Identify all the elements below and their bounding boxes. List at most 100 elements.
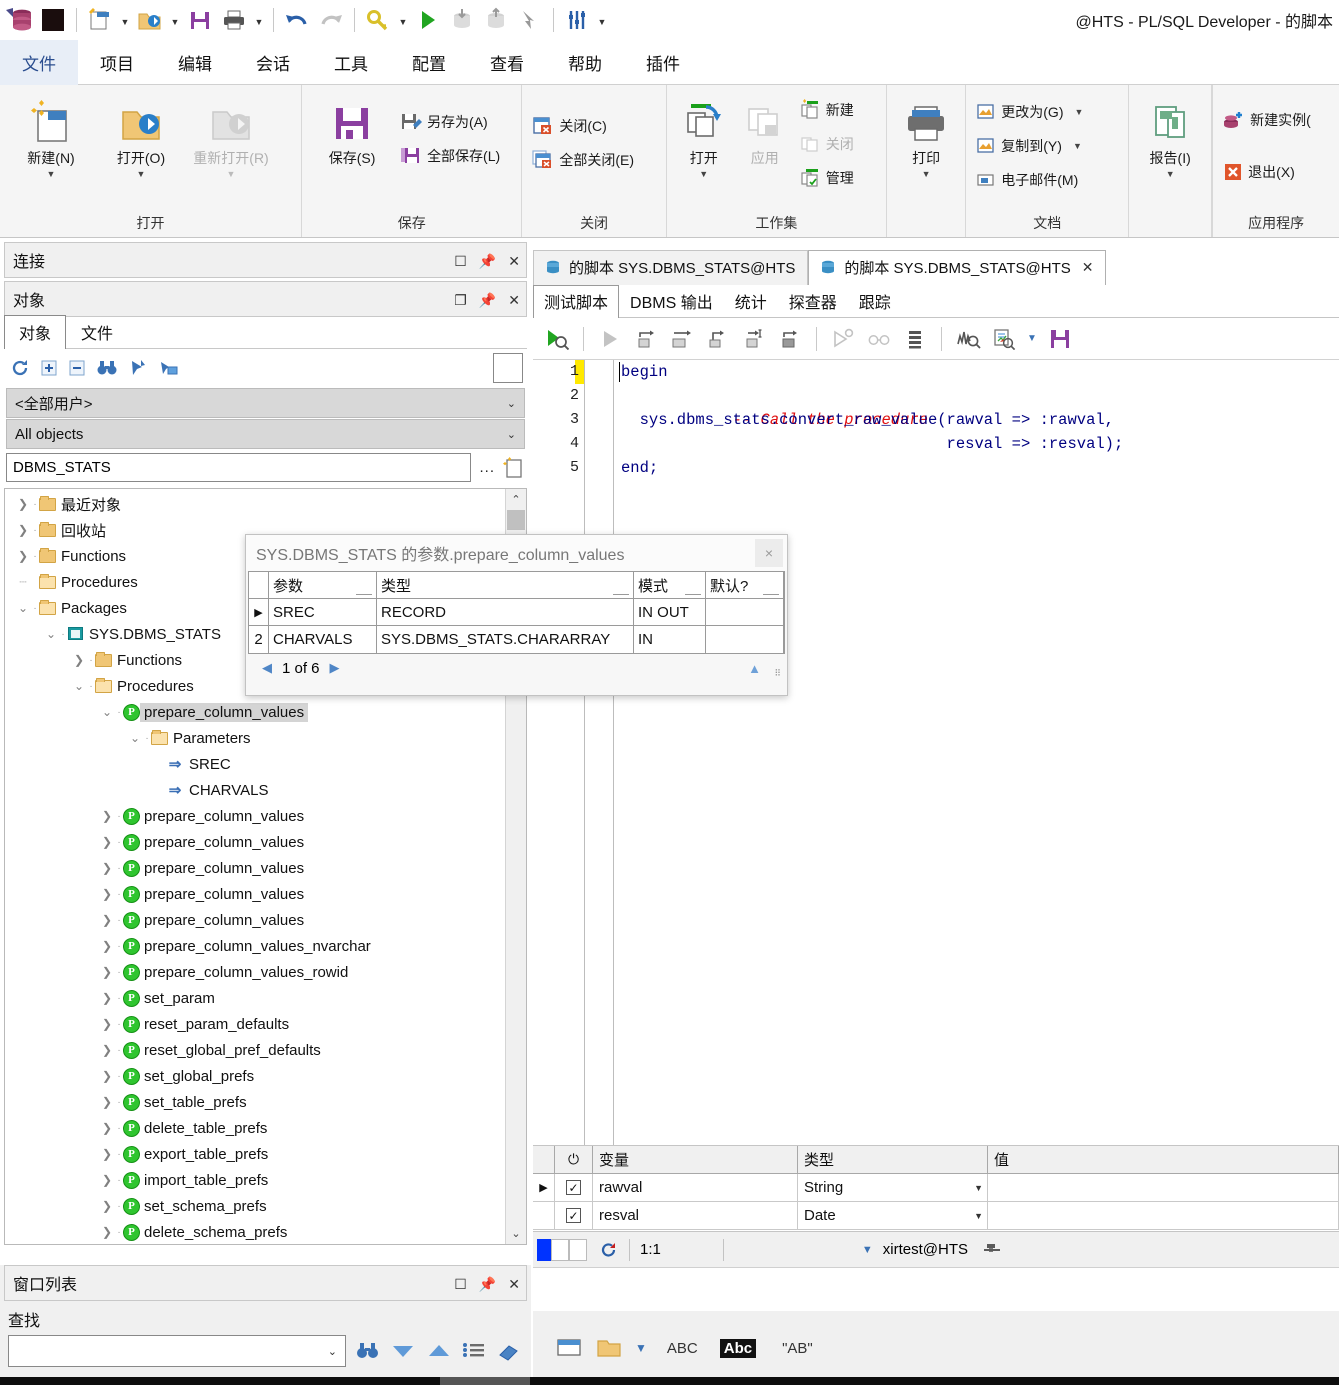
param-default-cell[interactable]	[706, 626, 784, 653]
tab-trace[interactable]: 跟踪	[848, 285, 902, 318]
chevron-down-icon[interactable]: ▼	[47, 169, 56, 179]
abc-icon[interactable]: ABC	[667, 1340, 698, 1357]
ribbon-change-to-button[interactable]: 更改为(G) ▼	[972, 97, 1087, 127]
open-dropdown-icon[interactable]: ▼	[167, 1, 183, 39]
code-editor[interactable]: 1 2 3 4 5 begin -- Call the procedure sy…	[533, 360, 1339, 1146]
new-filter-icon[interactable]	[503, 456, 525, 480]
nav-prev-icon[interactable]: ◀	[262, 660, 272, 676]
doc-tab-1[interactable]: 的脚本 SYS.DBMS_STATS@HTS	[533, 250, 809, 285]
ribbon-workset-close-button[interactable]: 关闭	[795, 129, 858, 159]
close-icon[interactable]: ✕	[1082, 259, 1094, 276]
window-icon[interactable]	[555, 1336, 583, 1360]
tree-node-proc-1[interactable]: ❯ · P prepare_column_values	[5, 803, 504, 829]
chevron-right-icon[interactable]: ❯	[99, 809, 115, 823]
step-out-icon[interactable]	[702, 323, 734, 355]
dropdown-icon[interactable]: ▼	[635, 1341, 647, 1355]
chevron-down-icon[interactable]: ▼	[1073, 141, 1082, 151]
scrollbar-thumb[interactable]	[507, 510, 525, 530]
breakpoint-gutter[interactable]	[586, 360, 614, 1145]
chevron-right-icon[interactable]: ❯	[99, 887, 115, 901]
ribbon-save-all-button[interactable]: 全部保存(L)	[396, 141, 504, 171]
menu-tab-view[interactable]: 查看	[468, 40, 546, 85]
close-icon[interactable]: ✕	[508, 293, 520, 307]
chevron-right-icon[interactable]: ❯	[99, 1173, 115, 1187]
new-icon[interactable]	[83, 1, 117, 39]
refresh-icon[interactable]	[10, 358, 30, 378]
chevron-right-icon[interactable]: ❯	[99, 913, 115, 927]
tab-dbms-output[interactable]: DBMS 输出	[619, 285, 724, 318]
chevron-right-icon[interactable]: ❯	[99, 835, 115, 849]
menu-tab-project[interactable]: 项目	[78, 40, 156, 85]
table-row[interactable]: 2 CHARVALS SYS.DBMS_STATS.CHARARRAY IN	[249, 626, 784, 653]
pin-icon[interactable]: 📌	[479, 254, 496, 268]
scroll-up-icon[interactable]: ⌃	[506, 489, 526, 510]
user-filter-select[interactable]: <全部用户> ⌄	[6, 388, 525, 418]
tab-test-script[interactable]: 测试脚本	[533, 285, 620, 318]
chevron-right-icon[interactable]: ❯	[99, 991, 115, 1005]
chevron-down-icon[interactable]: ⌄	[127, 731, 143, 745]
chevron-down-icon[interactable]: ▼	[1074, 107, 1083, 117]
find-input[interactable]: ⌄	[8, 1335, 346, 1367]
black-square-icon[interactable]	[36, 1, 70, 39]
tree-node-reset-param-defaults[interactable]: ❯ · P reset_param_defaults	[5, 1011, 504, 1037]
close-icon[interactable]: ×	[755, 539, 783, 567]
chevron-down-icon[interactable]: ⌄	[15, 601, 31, 615]
ribbon-reopen-button[interactable]: 重新打开(R) ▼	[186, 91, 276, 179]
chevron-right-icon[interactable]: ❯	[99, 1095, 115, 1109]
ribbon-save-button[interactable]: 保存(S)	[308, 91, 396, 166]
ribbon-copy-to-button[interactable]: 复制到(Y) ▼	[972, 131, 1087, 161]
open-icon[interactable]	[133, 1, 167, 39]
chevron-right-icon[interactable]: ❯	[99, 1043, 115, 1057]
redo-icon[interactable]	[314, 1, 348, 39]
filter-icon[interactable]	[128, 358, 148, 378]
chevron-right-icon[interactable]: ❯	[99, 1017, 115, 1031]
tree-node-set-global-prefs[interactable]: ❯ · P set_global_prefs	[5, 1063, 504, 1089]
beautifier-dropdown-icon[interactable]: ▼	[1024, 323, 1040, 355]
chevron-down-icon[interactable]: ▼	[1166, 169, 1175, 179]
tree-node-set-table-prefs[interactable]: ❯ · P set_table_prefs	[5, 1089, 504, 1115]
find-binoculars-icon[interactable]	[96, 359, 118, 377]
step-into-icon[interactable]	[666, 323, 698, 355]
rollback-icon[interactable]	[479, 1, 513, 39]
chevron-down-icon[interactable]: ▼	[974, 1211, 983, 1221]
menu-tab-file[interactable]: 文件	[0, 40, 78, 85]
variable-type-cell[interactable]: String ▼	[798, 1174, 988, 1201]
chevron-right-icon[interactable]: ❯	[99, 1121, 115, 1135]
tree-node-set-param[interactable]: ❯ · P set_param	[5, 985, 504, 1011]
quoted-ab-icon[interactable]: "AB"	[782, 1340, 813, 1357]
chevron-right-icon[interactable]: ❯	[99, 939, 115, 953]
explain-plan-icon[interactable]	[952, 323, 984, 355]
param-mode-cell[interactable]: IN OUT	[634, 599, 706, 625]
variable-name-cell[interactable]: rawval	[593, 1174, 798, 1201]
nav-next-icon[interactable]: ▶	[330, 660, 340, 676]
doc-tab-2[interactable]: 的脚本 SYS.DBMS_STATS@HTS ✕	[808, 250, 1107, 285]
chevron-right-icon[interactable]: ❯	[15, 523, 31, 537]
find-next-down-icon[interactable]	[390, 1341, 416, 1361]
chevron-down-icon[interactable]: ▼	[922, 169, 931, 179]
table-row[interactable]: ✓ resval Date ▼	[533, 1202, 1339, 1230]
tree-node-import-table-prefs[interactable]: ❯ · P import_table_prefs	[5, 1167, 504, 1193]
tree-node-parameters[interactable]: ⌄ · Parameters	[5, 725, 504, 751]
folder-icon[interactable]	[595, 1336, 623, 1360]
menu-tab-config[interactable]: 配置	[390, 40, 468, 85]
tab-profiler[interactable]: 探查器	[778, 285, 848, 318]
tab-statistics[interactable]: 统计	[724, 285, 778, 318]
find-list-icon[interactable]	[462, 1341, 486, 1361]
save-icon[interactable]	[1044, 323, 1076, 355]
chevron-right-icon[interactable]: ❯	[99, 1199, 115, 1213]
variable-value-cell[interactable]	[988, 1202, 1339, 1229]
scroll-down-icon[interactable]: ⌄	[506, 1223, 526, 1244]
param-type-cell[interactable]: RECORD	[377, 599, 634, 625]
chevron-down-icon[interactable]: ⌄	[328, 1345, 337, 1358]
key-icon[interactable]	[361, 1, 395, 39]
find-binoculars-icon[interactable]	[356, 1341, 380, 1361]
variable-name-cell[interactable]: resval	[593, 1202, 798, 1229]
param-mode-cell[interactable]: IN	[634, 626, 706, 653]
chevron-right-icon[interactable]: ❯	[15, 549, 31, 563]
breakpoint-config-icon[interactable]	[827, 323, 859, 355]
chevron-right-icon[interactable]: ❯	[99, 1147, 115, 1161]
step-over-icon[interactable]	[630, 323, 662, 355]
tree-node-param-srec[interactable]: ⇒ SREC	[5, 751, 504, 777]
ribbon-close-button[interactable]: 关闭(C)	[528, 111, 638, 141]
tree-node-recent[interactable]: ❯ · 最近对象	[5, 491, 504, 517]
